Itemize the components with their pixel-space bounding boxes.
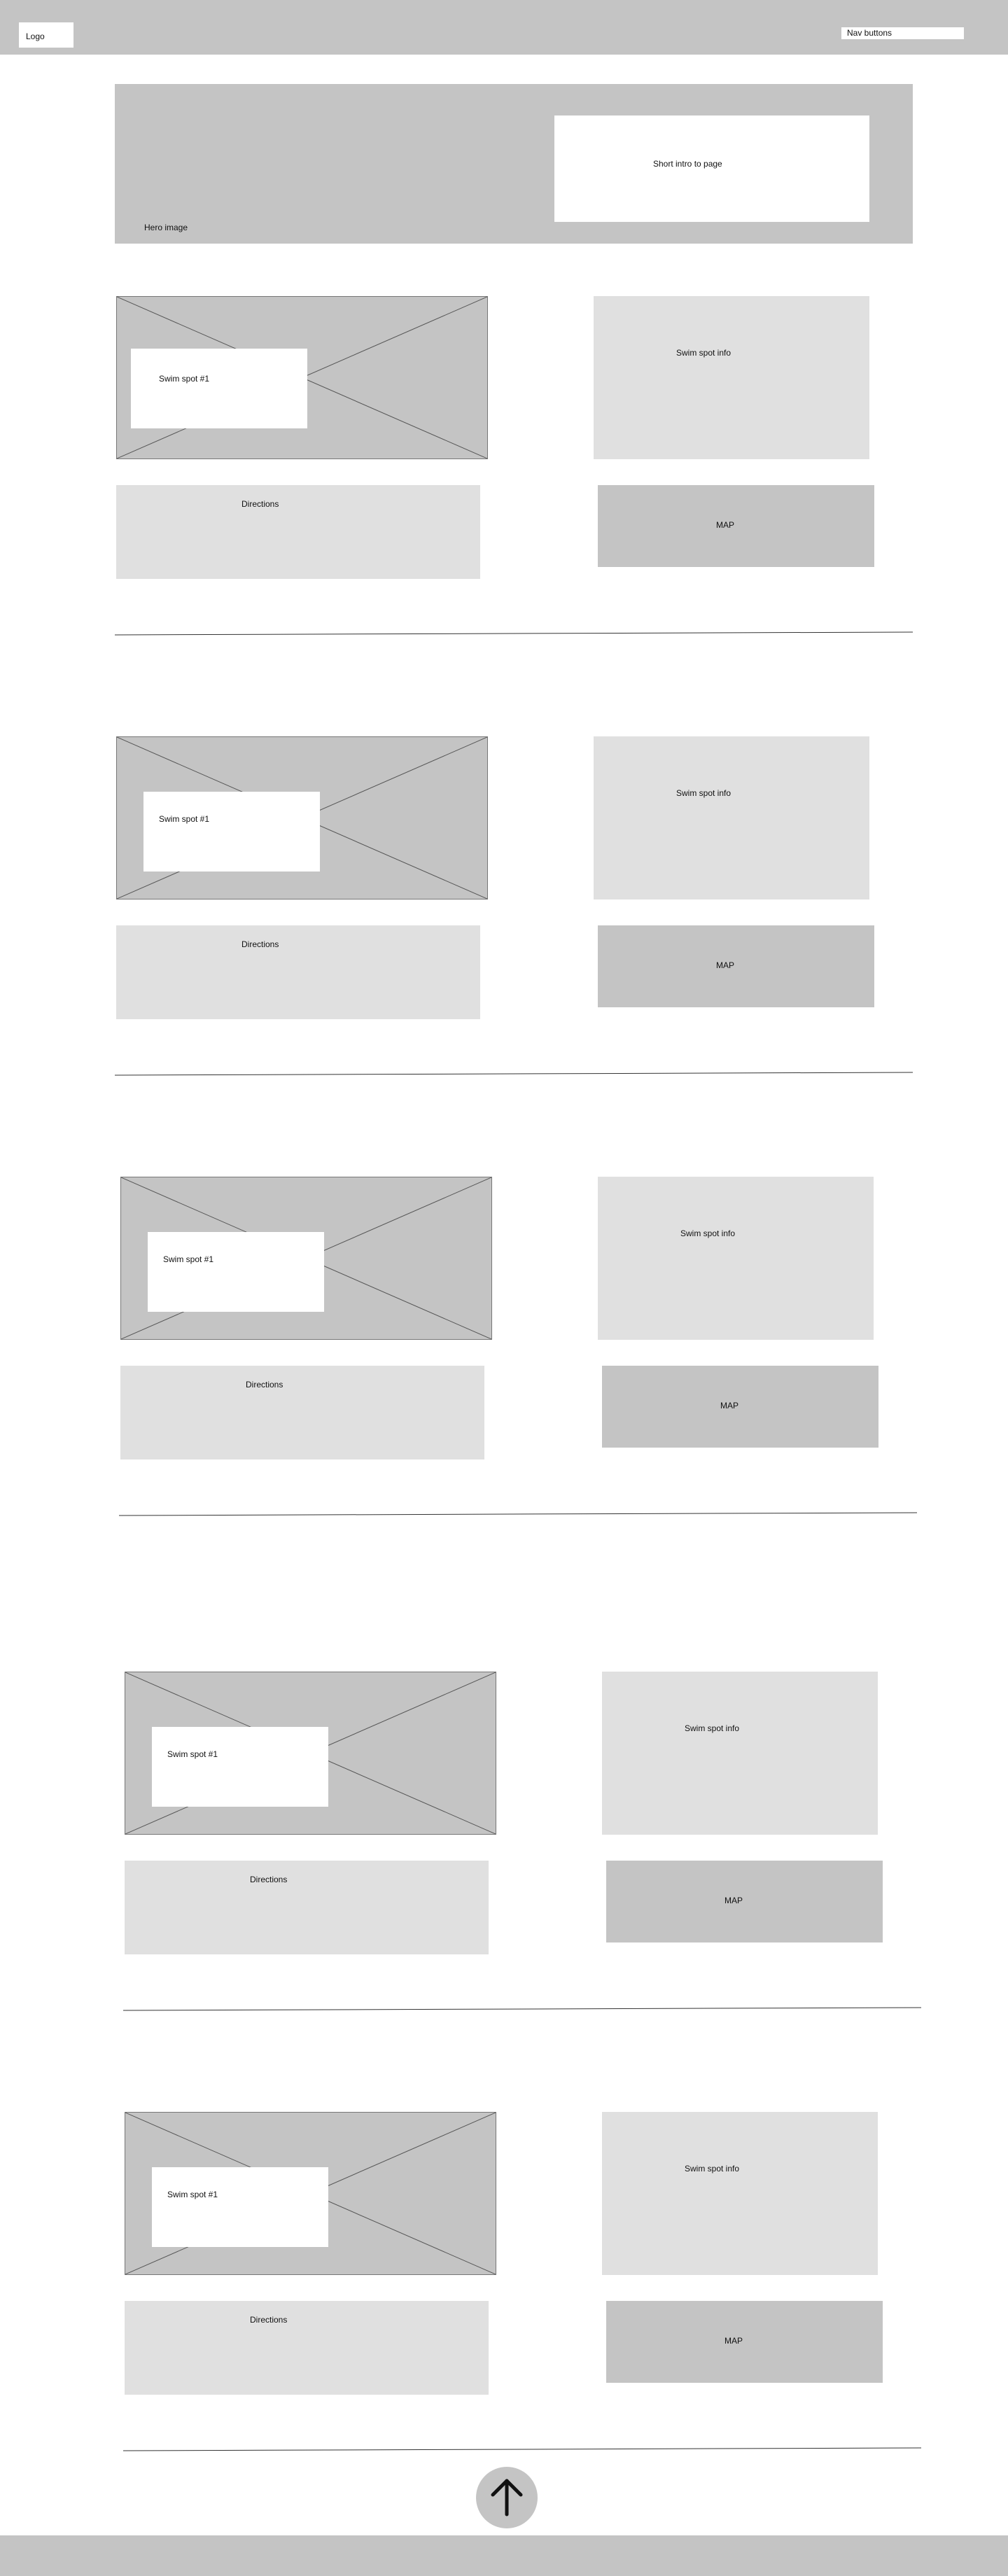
spot-image-placeholder: Swim spot #1 (125, 1672, 496, 1835)
spot-info-box: Swim spot info (594, 296, 869, 459)
map-box[interactable]: MAP (606, 1861, 883, 1942)
map-label: MAP (716, 520, 735, 530)
spot-info-label: Swim spot info (680, 1228, 736, 1238)
directions-box[interactable]: Directions (125, 2301, 489, 2395)
footer (0, 2535, 1008, 2576)
hero-image: Hero image Short intro to page (115, 84, 913, 244)
spot-info-label: Swim spot info (685, 2164, 740, 2174)
map-label: MAP (716, 960, 735, 970)
directions-label: Directions (246, 1380, 284, 1390)
spot-info-label: Swim spot info (685, 1723, 740, 1733)
spot-info-box: Swim spot info (602, 2112, 878, 2275)
header: Logo Nav buttons (0, 0, 1008, 55)
spot-title: Swim spot #1 (167, 1749, 218, 1759)
spot-title: Swim spot #1 (163, 1254, 214, 1264)
logo-label: Logo (26, 31, 45, 41)
directions-box[interactable]: Directions (116, 925, 480, 1019)
directions-box[interactable]: Directions (125, 1861, 489, 1954)
logo[interactable]: Logo (19, 22, 74, 48)
map-box[interactable]: MAP (598, 485, 874, 567)
arrow-up-icon (491, 2479, 523, 2516)
map-label: MAP (724, 2336, 743, 2346)
map-label: MAP (724, 1896, 743, 1905)
directions-label: Directions (241, 499, 279, 509)
spot-title-box: Swim spot #1 (152, 1727, 328, 1807)
spot-image-placeholder: Swim spot #1 (125, 2112, 496, 2275)
back-to-top-button[interactable] (476, 2467, 538, 2528)
nav-buttons-label: Nav buttons (847, 28, 892, 38)
hero-intro-label: Short intro to page (653, 159, 722, 169)
map-box[interactable]: MAP (598, 925, 874, 1007)
nav-buttons[interactable]: Nav buttons (841, 27, 964, 39)
spot-image-placeholder: Swim spot #1 (116, 736, 488, 899)
spot-title: Swim spot #1 (159, 814, 210, 824)
spot-image-placeholder: Swim spot #1 (116, 296, 488, 459)
spot-info-label: Swim spot info (676, 788, 732, 798)
directions-box[interactable]: Directions (120, 1366, 484, 1460)
spot-title: Swim spot #1 (167, 2190, 218, 2199)
spot-info-box: Swim spot info (594, 736, 869, 899)
map-box[interactable]: MAP (606, 2301, 883, 2383)
spot-title-box: Swim spot #1 (152, 2167, 328, 2247)
spot-info-box: Swim spot info (598, 1177, 874, 1340)
map-box[interactable]: MAP (602, 1366, 878, 1448)
spot-info-box: Swim spot info (602, 1672, 878, 1835)
spot-title-box: Swim spot #1 (144, 792, 320, 872)
spot-title-box: Swim spot #1 (131, 349, 307, 428)
hero-image-label: Hero image (144, 223, 188, 232)
directions-label: Directions (250, 1875, 288, 1884)
spot-title-box: Swim spot #1 (148, 1232, 324, 1312)
map-label: MAP (720, 1401, 739, 1410)
hero-intro-box: Short intro to page (554, 115, 869, 222)
directions-label: Directions (250, 2315, 288, 2325)
spot-info-label: Swim spot info (676, 348, 732, 358)
directions-box[interactable]: Directions (116, 485, 480, 579)
spot-title: Swim spot #1 (159, 374, 210, 384)
spot-image-placeholder: Swim spot #1 (120, 1177, 492, 1340)
directions-label: Directions (241, 939, 279, 949)
